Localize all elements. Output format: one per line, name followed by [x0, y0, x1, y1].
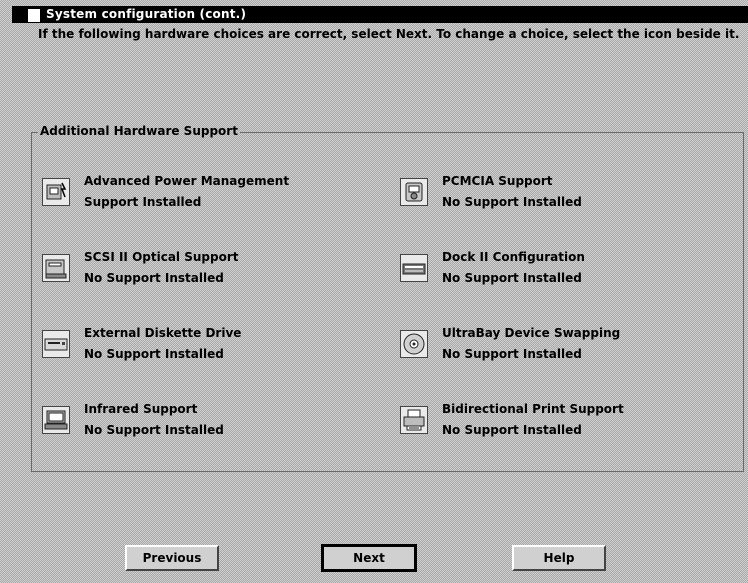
power-management-icon[interactable] — [42, 178, 70, 206]
item-name: SCSI II Optical Support — [84, 250, 239, 264]
system-menu-icon[interactable] — [28, 9, 40, 22]
title-bar: System configuration (cont.) — [12, 6, 748, 23]
scsi-optical-icon[interactable] — [42, 254, 70, 282]
item-status: No Support Installed — [442, 423, 582, 437]
item-scsi-optical-support: SCSI II Optical Support No Support Insta… — [42, 250, 362, 290]
ultrabay-icon[interactable] — [400, 330, 428, 358]
item-bidirectional-print-support: Bidirectional Print Support No Support I… — [400, 402, 720, 442]
item-status: Support Installed — [84, 195, 202, 209]
next-button[interactable]: Next — [321, 544, 417, 572]
item-advanced-power-management: Advanced Power Management Support Instal… — [42, 174, 362, 214]
window-title: System configuration (cont.) — [46, 7, 247, 21]
item-name: Advanced Power Management — [84, 174, 290, 188]
item-status: No Support Installed — [84, 423, 224, 437]
item-external-diskette-drive: External Diskette Drive No Support Insta… — [42, 326, 362, 366]
item-infrared-support: Infrared Support No Support Installed — [42, 402, 362, 442]
item-status: No Support Installed — [442, 195, 582, 209]
item-dock-configuration: Dock II Configuration No Support Install… — [400, 250, 720, 290]
item-name: Bidirectional Print Support — [442, 402, 624, 416]
pcmcia-icon[interactable] — [400, 178, 428, 206]
previous-button[interactable]: Previous — [125, 545, 219, 571]
item-name: PCMCIA Support — [442, 174, 553, 188]
instructions-text: If the following hardware choices are co… — [38, 27, 740, 41]
item-name: UltraBay Device Swapping — [442, 326, 621, 340]
item-ultrabay-device-swapping: UltraBay Device Swapping No Support Inst… — [400, 326, 720, 366]
infrared-icon[interactable] — [42, 406, 70, 434]
diskette-drive-icon[interactable] — [42, 330, 70, 358]
item-status: No Support Installed — [442, 271, 582, 285]
item-name: Infrared Support — [84, 402, 198, 416]
help-button[interactable]: Help — [512, 545, 606, 571]
dock-icon[interactable] — [400, 254, 428, 282]
item-name: Dock II Configuration — [442, 250, 585, 264]
group-label: Additional Hardware Support — [39, 124, 238, 138]
item-name: External Diskette Drive — [84, 326, 242, 340]
item-status: No Support Installed — [442, 347, 582, 361]
item-status: No Support Installed — [84, 347, 224, 361]
item-pcmcia-support: PCMCIA Support No Support Installed — [400, 174, 720, 214]
item-status: No Support Installed — [84, 271, 224, 285]
printer-icon[interactable] — [400, 406, 428, 434]
